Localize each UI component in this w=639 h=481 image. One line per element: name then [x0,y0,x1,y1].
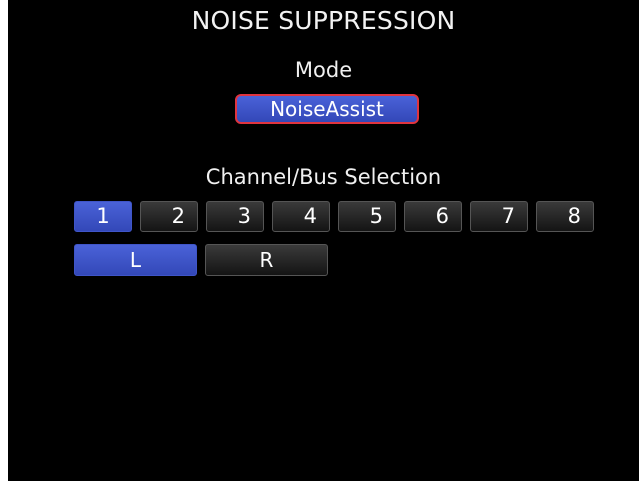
channel-2-button[interactable]: 2 [140,201,198,232]
channel-1-button[interactable]: 1 [74,201,132,232]
mode-select-button[interactable]: NoiseAssist [235,94,419,124]
channel-4-button[interactable]: 4 [272,201,330,232]
mode-label: Mode [294,58,353,82]
channel-6-button[interactable]: 6 [404,201,462,232]
channel-buttons-row: 1 2 3 4 5 6 7 8 [74,201,594,232]
channel-8-label: 8 [567,204,581,228]
channel-7-button[interactable]: 7 [470,201,528,232]
noise-suppression-screen: NOISE SUPPRESSION Mode NoiseAssist Chann… [8,0,639,481]
channel-3-button[interactable]: 3 [206,201,264,232]
channel-2-label: 2 [171,204,185,228]
bus-left-button[interactable]: L [74,244,197,276]
bus-buttons-row: L R [74,244,328,276]
channel-5-button[interactable]: 5 [338,201,396,232]
channel-7-label: 7 [501,204,515,228]
channel-4-label: 4 [303,204,317,228]
page-title: NOISE SUPPRESSION [191,6,456,35]
channel-1-label: 1 [96,204,110,228]
channel-bus-selection-label: Channel/Bus Selection [205,165,442,189]
channel-3-label: 3 [237,204,251,228]
bus-right-button[interactable]: R [205,244,328,276]
channel-6-label: 6 [435,204,449,228]
channel-8-button[interactable]: 8 [536,201,594,232]
channel-5-label: 5 [369,204,383,228]
